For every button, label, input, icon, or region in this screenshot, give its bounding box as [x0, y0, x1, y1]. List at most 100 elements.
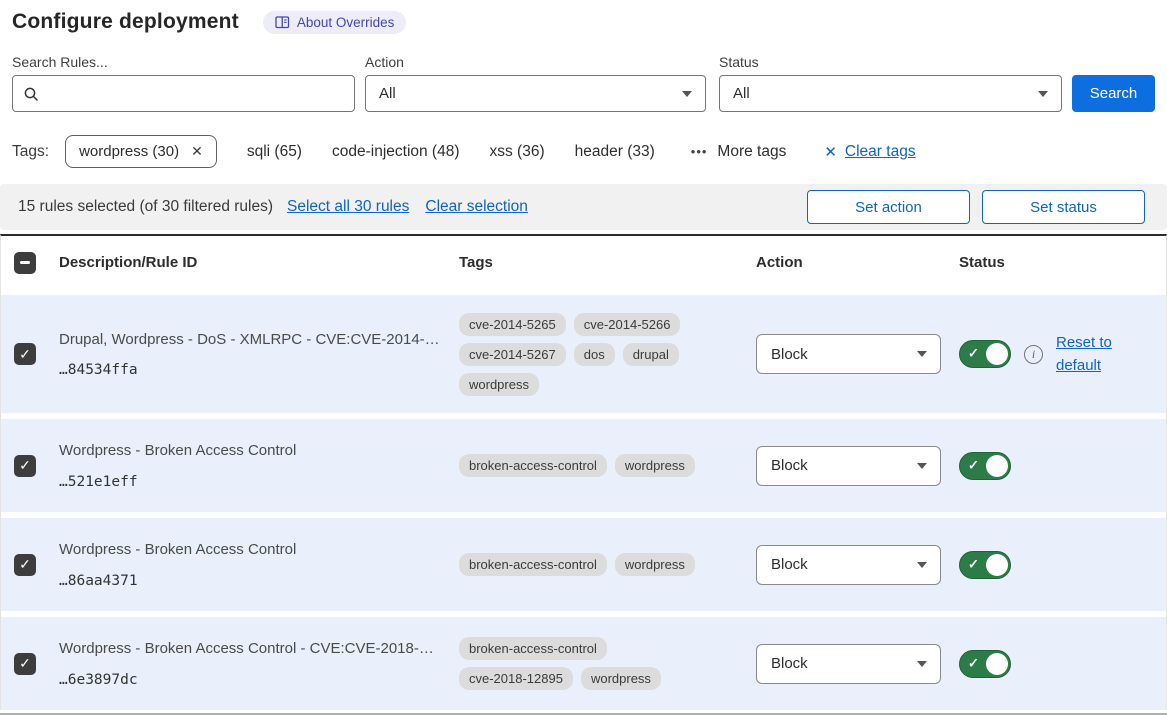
- toggle-knob: [986, 554, 1008, 576]
- rule-id: …86aa4371: [59, 573, 449, 589]
- ellipsis-icon: •••: [691, 144, 708, 159]
- rules-table: Description/Rule ID Tags Action Status ✓…: [0, 234, 1167, 710]
- chevron-down-icon: [917, 351, 927, 357]
- row-checkbox[interactable]: ✓: [14, 554, 36, 576]
- rule-description: Drupal, Wordpress - DoS - XMLRPC - CVE:C…: [59, 330, 449, 350]
- column-header-tags: Tags: [449, 254, 746, 271]
- set-action-button[interactable]: Set action: [807, 190, 970, 224]
- toggle-knob: [986, 343, 1008, 365]
- search-filter: Search Rules...: [12, 54, 355, 112]
- reset-to-default-link[interactable]: Reset to default: [1056, 331, 1120, 378]
- more-tags-button[interactable]: ••• More tags: [691, 143, 787, 161]
- selection-bar: 15 rules selected (of 30 filtered rules)…: [0, 184, 1167, 230]
- selection-summary: 15 rules selected (of 30 filtered rules): [18, 198, 273, 216]
- action-label: Action: [365, 54, 706, 70]
- rule-status-toggle[interactable]: ✓: [959, 551, 1011, 579]
- action-select[interactable]: All: [365, 75, 706, 112]
- status-select-value: All: [733, 85, 750, 102]
- tag-option-xss[interactable]: xss (36): [490, 143, 545, 161]
- selected-tag-label: wordpress (30): [79, 143, 179, 160]
- selected-tag-wordpress[interactable]: wordpress (30) ✕: [65, 135, 217, 168]
- table-header: Description/Rule ID Tags Action Status: [1, 236, 1166, 289]
- clear-tags-label: Clear tags: [845, 143, 916, 161]
- table-row: ✓ Wordpress - Broken Access Control - CV…: [1, 617, 1166, 710]
- rule-status-toggle[interactable]: ✓: [959, 650, 1011, 678]
- status-select[interactable]: All: [719, 75, 1062, 112]
- tag-option-code-injection[interactable]: code-injection (48): [332, 143, 460, 161]
- tags-bar: Tags: wordpress (30) ✕ sqli (65) code-in…: [0, 135, 1167, 168]
- rule-action-value: Block: [771, 346, 808, 363]
- check-icon: ✓: [19, 556, 31, 573]
- column-header-status: Status: [949, 254, 1166, 271]
- rule-action-value: Block: [771, 457, 808, 474]
- column-header-action: Action: [746, 254, 949, 271]
- rule-tag-pill: wordpress: [615, 553, 695, 576]
- rule-tag-pill: wordpress: [459, 373, 539, 396]
- rule-tag-pill: broken-access-control: [459, 637, 607, 660]
- rule-tag-pill: broken-access-control: [459, 553, 607, 576]
- clear-selection-link[interactable]: Clear selection: [425, 198, 528, 216]
- rule-action-value: Block: [771, 556, 808, 573]
- rule-description: Wordpress - Broken Access Control: [59, 441, 449, 461]
- rule-tag-pill: wordpress: [615, 454, 695, 477]
- row-checkbox[interactable]: ✓: [14, 455, 36, 477]
- rule-tag-pill: cve-2014-5267: [459, 343, 566, 366]
- rule-action-value: Block: [771, 655, 808, 672]
- rule-tag-pill: wordpress: [581, 667, 661, 690]
- rule-action-select[interactable]: Block: [756, 334, 941, 374]
- tag-option-sqli[interactable]: sqli (65): [247, 143, 302, 161]
- check-icon: ✓: [19, 655, 31, 672]
- about-overrides-label: About Overrides: [297, 15, 395, 30]
- chevron-down-icon: [1038, 91, 1048, 97]
- rule-tag-pill: cve-2014-5266: [574, 313, 681, 336]
- rule-id: …6e3897dc: [59, 672, 449, 688]
- more-tags-label: More tags: [717, 143, 786, 161]
- rule-description: Wordpress - Broken Access Control - CVE:…: [59, 639, 449, 659]
- rule-tag-pill: cve-2014-5265: [459, 313, 566, 336]
- tag-option-header[interactable]: header (33): [575, 143, 655, 161]
- configure-deployment-page: Configure deployment About Overrides Sea…: [0, 0, 1167, 715]
- tags-label: Tags:: [12, 143, 49, 161]
- check-icon: ✓: [19, 457, 31, 474]
- table-row: ✓ Drupal, Wordpress - DoS - XMLRPC - CVE…: [1, 295, 1166, 413]
- rule-action-select[interactable]: Block: [756, 644, 941, 684]
- rule-tag-pill: dos: [574, 343, 615, 366]
- row-checkbox[interactable]: ✓: [14, 343, 36, 365]
- rule-status-toggle[interactable]: ✓: [959, 340, 1011, 368]
- rule-id: …84534ffa: [59, 362, 449, 378]
- search-input-wrapper[interactable]: [12, 75, 355, 112]
- check-icon: ✓: [968, 655, 979, 671]
- select-all-checkbox[interactable]: [14, 252, 36, 274]
- rule-tag-pill: broken-access-control: [459, 454, 607, 477]
- check-icon: ✓: [968, 346, 979, 362]
- status-label: Status: [719, 54, 1062, 70]
- remove-tag-icon[interactable]: ✕: [191, 143, 203, 160]
- rule-status-toggle[interactable]: ✓: [959, 452, 1011, 480]
- page-header: Configure deployment About Overrides: [0, 10, 1167, 34]
- rule-tag-pill: drupal: [623, 343, 679, 366]
- row-checkbox[interactable]: ✓: [14, 653, 36, 675]
- rule-action-select[interactable]: Block: [756, 545, 941, 585]
- clear-tags-link[interactable]: ✕ Clear tags: [824, 143, 915, 161]
- rule-action-select[interactable]: Block: [756, 446, 941, 486]
- info-icon[interactable]: i: [1024, 345, 1043, 364]
- chevron-down-icon: [682, 91, 692, 97]
- book-icon: [275, 16, 290, 29]
- chevron-down-icon: [917, 562, 927, 568]
- filters-row: Search Rules... Action All Status All: [0, 54, 1167, 112]
- about-overrides-badge[interactable]: About Overrides: [263, 11, 407, 34]
- search-rules-label: Search Rules...: [12, 54, 355, 70]
- table-row: ✓ Wordpress - Broken Access Control …521…: [1, 419, 1166, 512]
- chevron-down-icon: [917, 463, 927, 469]
- toggle-knob: [986, 455, 1008, 477]
- column-header-description: Description/Rule ID: [49, 254, 449, 271]
- select-all-rules-link[interactable]: Select all 30 rules: [287, 198, 409, 216]
- set-status-button[interactable]: Set status: [982, 190, 1145, 224]
- table-bottom-border: [0, 713, 1167, 715]
- search-icon: [23, 86, 39, 102]
- search-input[interactable]: [47, 76, 344, 111]
- rule-id: …521e1eff: [59, 474, 449, 490]
- search-button[interactable]: Search: [1072, 75, 1155, 112]
- clear-tags-x-icon: ✕: [824, 143, 837, 161]
- action-select-value: All: [379, 85, 396, 102]
